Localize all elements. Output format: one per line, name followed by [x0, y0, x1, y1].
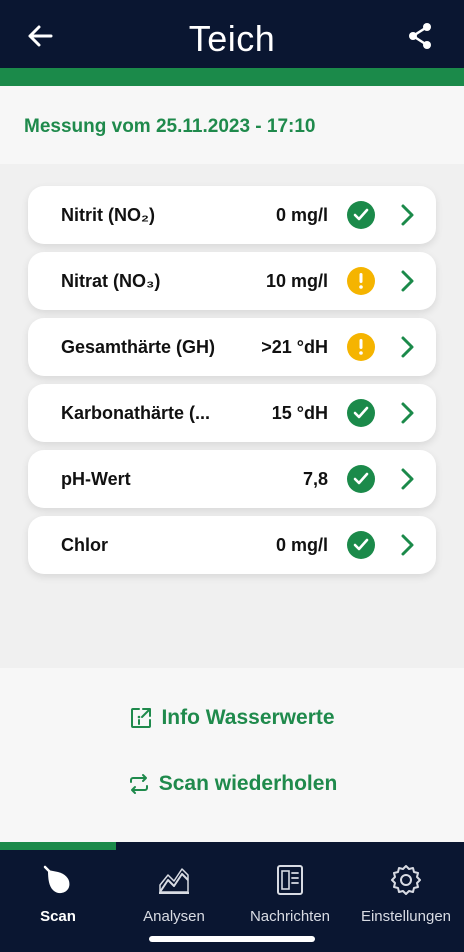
result-name: Nitrat (NO₃): [61, 271, 161, 291]
tab-label: Scan: [40, 908, 76, 925]
bottom-tab-bar: Scan Analysen Nachrichten Einstellungen: [0, 842, 464, 952]
result-row-chlor[interactable]: Chlor 0 mg/l: [28, 516, 436, 574]
result-value: 0 mg/l: [275, 535, 328, 555]
result-value: 15 °dH: [271, 403, 328, 423]
tab-label: Einstellungen: [360, 908, 452, 925]
measurement-date: Messung vom 25.11.2023 - 17:10: [24, 116, 316, 137]
tab-analysen[interactable]: Analysen: [116, 850, 232, 930]
chevron-right-icon: [401, 270, 414, 292]
scan-drop-icon: [40, 862, 76, 898]
measurement-bar: Messung vom 25.11.2023 - 17:10: [0, 86, 464, 164]
page-title: Teich: [188, 18, 276, 59]
chevron-right-icon: [401, 336, 414, 358]
share-button[interactable]: [402, 20, 438, 52]
chevron-right-icon: [401, 534, 414, 556]
result-value: 10 mg/l: [265, 271, 328, 291]
results-list: Nitrit (NO₂) 0 mg/l Nitrat (NO₃) 10 mg/l…: [0, 164, 464, 668]
tab-label: Analysen: [143, 908, 205, 925]
header-accent-bar: [0, 68, 464, 86]
result-row-nitrat[interactable]: Nitrat (NO₃) 10 mg/l: [28, 252, 436, 310]
result-name: Nitrit (NO₂): [61, 205, 155, 225]
result-row-gesamthaerte[interactable]: Gesamthärte (GH) >21 °dH: [28, 318, 436, 376]
chevron-right-icon: [401, 402, 414, 424]
status-warning-icon: [347, 267, 375, 295]
news-icon: [272, 862, 308, 898]
result-row-karbonathaerte[interactable]: Karbonathärte (... 15 °dH: [28, 384, 436, 442]
app-header: Teich: [0, 0, 464, 68]
chart-icon: [156, 862, 192, 898]
chevron-right-icon: [401, 204, 414, 226]
result-row-nitrit[interactable]: Nitrit (NO₂) 0 mg/l: [28, 186, 436, 244]
result-value: 0 mg/l: [275, 205, 328, 225]
gear-icon: [388, 862, 424, 898]
status-ok-icon: [347, 465, 375, 493]
info-water-values-label: Info Wasserwerte: [161, 706, 335, 729]
result-row-ph-wert[interactable]: pH-Wert 7,8: [28, 450, 436, 508]
result-name: Karbonathärte (...: [61, 403, 211, 423]
result-name: Gesamthärte (GH): [61, 337, 216, 357]
tab-scan[interactable]: Scan: [0, 850, 116, 930]
result-name: Chlor: [61, 535, 108, 555]
result-value: 7,8: [302, 469, 328, 489]
share-icon: [409, 23, 431, 49]
actions-panel: [0, 668, 464, 842]
rescan-link[interactable]: Scan wiederholen: [0, 772, 464, 796]
result-name: pH-Wert: [61, 469, 131, 489]
repeat-icon: [129, 774, 148, 794]
active-tab-indicator: [0, 842, 116, 850]
tab-einstellungen[interactable]: Einstellungen: [348, 850, 464, 930]
external-info-icon: [131, 708, 152, 728]
status-ok-icon: [347, 531, 375, 559]
tab-nachrichten[interactable]: Nachrichten: [232, 850, 348, 930]
status-ok-icon: [347, 399, 375, 427]
info-water-values-link[interactable]: Info Wasserwerte: [0, 706, 464, 730]
result-value: >21 °dH: [261, 337, 328, 357]
rescan-label: Scan wiederholen: [158, 772, 338, 795]
chevron-right-icon: [401, 468, 414, 490]
status-warning-icon: [347, 333, 375, 361]
tab-label: Nachrichten: [249, 908, 331, 925]
status-ok-icon: [347, 201, 375, 229]
home-indicator: [149, 936, 315, 942]
